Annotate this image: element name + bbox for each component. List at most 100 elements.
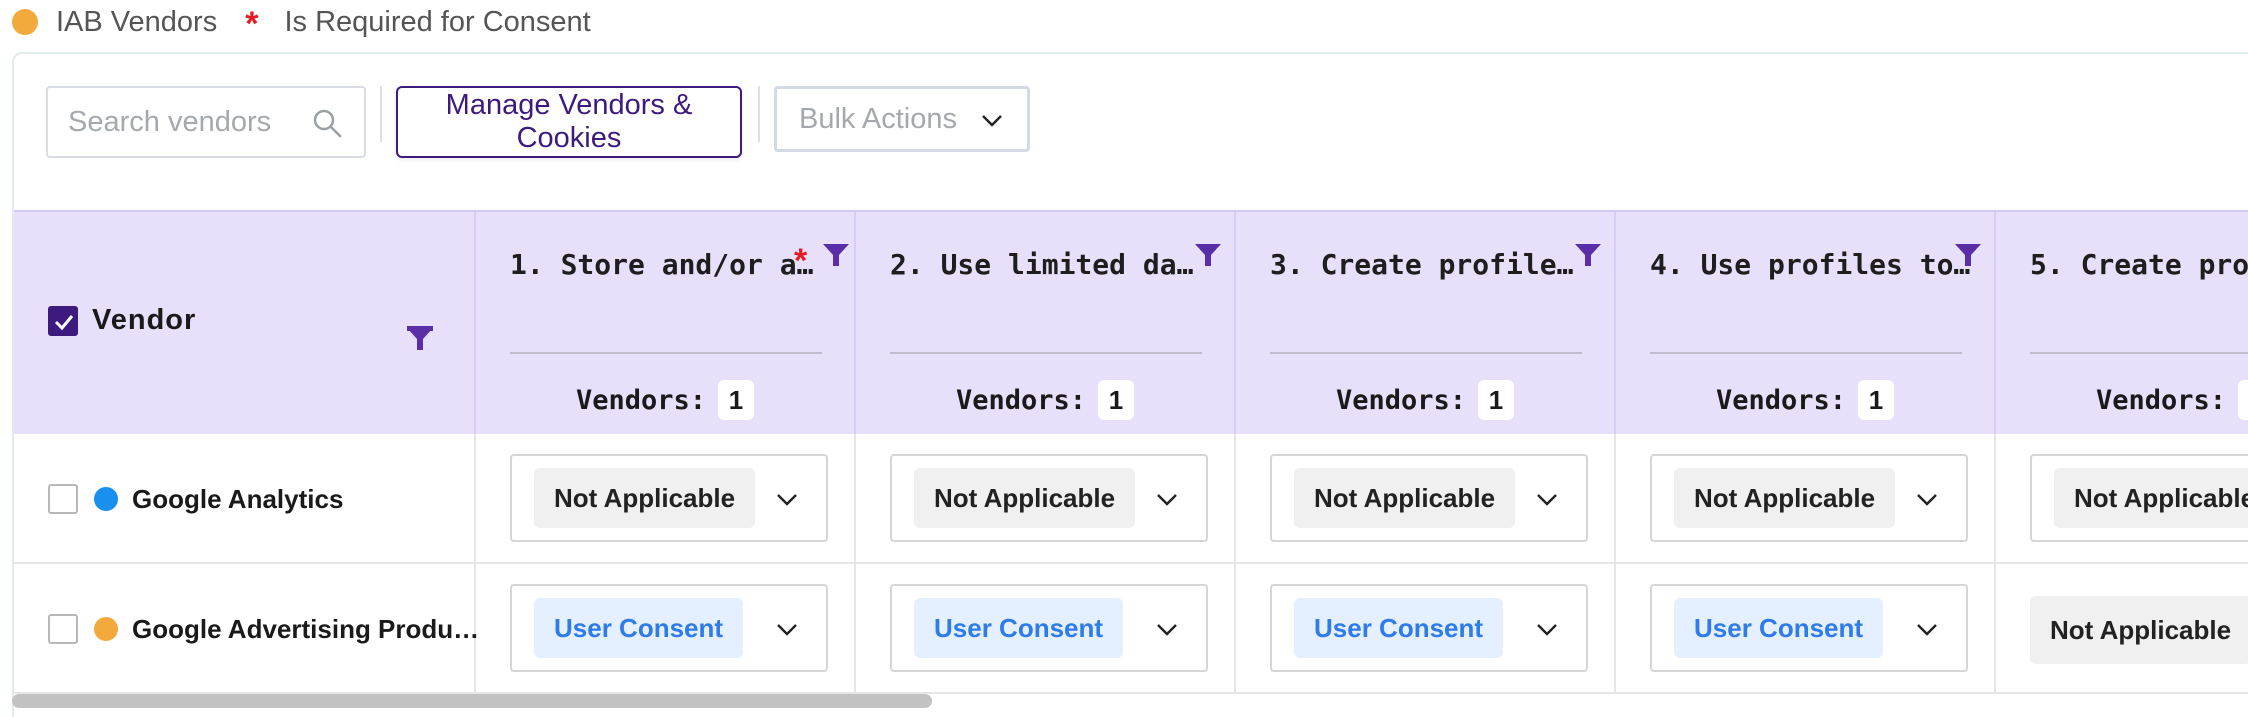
table-row: Google Analytics Not Applicable Not Appl… [14, 434, 2248, 564]
header-divider [2030, 352, 2248, 354]
header-divider [510, 352, 822, 354]
consent-value: Not Applicable [914, 468, 1136, 528]
header-divider [1270, 352, 1582, 354]
row-checkbox[interactable] [48, 614, 78, 644]
consent-select[interactable]: Not Applicable [890, 454, 1208, 542]
filter-icon[interactable] [406, 326, 434, 352]
purpose-cell: User Consent [856, 564, 1236, 692]
vendors-card: Manage Vendors & Cookies Bulk Actions Ve… [12, 52, 2248, 717]
chevron-down-icon [1537, 624, 1557, 636]
vendor-cell: Google Analytics [14, 434, 476, 562]
row-checkbox[interactable] [48, 484, 78, 514]
purpose-header-2: 2. Use limited da… Vendors: 1 [856, 212, 1236, 434]
purpose-cell: User Consent [476, 564, 856, 692]
check-icon [54, 315, 74, 331]
consent-value: Not Applicable [1674, 468, 1896, 528]
vendors-count: Vendors: 1 [476, 380, 854, 420]
purpose-cell: Not Applicable [856, 434, 1236, 562]
horizontal-scrollbar[interactable] [12, 694, 932, 708]
vendor-name[interactable]: Google Advertising Produ… [132, 614, 479, 645]
filter-icon[interactable] [1574, 242, 1602, 268]
vendors-count-label: Vendors: [2095, 385, 2227, 416]
chevron-down-icon [1537, 494, 1557, 506]
purpose-cell: Not Applicable [1236, 434, 1616, 562]
consent-select[interactable]: User Consent [1270, 584, 1588, 672]
filter-icon[interactable] [822, 242, 850, 268]
vendors-count-badge: 1 [718, 380, 755, 420]
header-divider [890, 352, 1202, 354]
vendors-count-label: Vendors: [1335, 385, 1467, 416]
legend-required-label: Is Required for Consent [284, 5, 591, 38]
purpose-cell: User Consent [1616, 564, 1996, 692]
purpose-cell: User Consent [1236, 564, 1616, 692]
header-divider [1650, 352, 1962, 354]
iab-vendor-dot-icon [94, 617, 118, 641]
vendors-count-badge: 1 [1098, 380, 1135, 420]
vendors-count-label: Vendors: [1715, 385, 1847, 416]
consent-value: User Consent [1674, 598, 1884, 658]
consent-select[interactable]: Not Applicable [2030, 454, 2248, 542]
consent-value: Not Applicable [534, 468, 756, 528]
consent-select[interactable]: User Consent [890, 584, 1208, 672]
vendors-count-badge: 1 [1478, 380, 1515, 420]
purpose-title: 4. Use profiles to… [1650, 248, 1971, 281]
purpose-header-5: 5. Create profi Vendors: 0 [1996, 212, 2248, 434]
search-box[interactable] [46, 86, 366, 158]
consent-value: User Consent [1294, 598, 1504, 658]
consent-select[interactable]: Not Applicable [1270, 454, 1588, 542]
consent-select[interactable]: Not Applicable [1650, 454, 1968, 542]
chevron-down-icon [777, 624, 797, 636]
purpose-title: 2. Use limited da… [890, 248, 1194, 281]
required-star-icon: * [794, 242, 808, 280]
chevron-down-icon [1157, 494, 1177, 506]
manage-vendors-cookies-button[interactable]: Manage Vendors & Cookies [396, 86, 742, 158]
filter-icon[interactable] [1954, 242, 1982, 268]
vendor-cell: Google Advertising Produ… [14, 564, 479, 692]
consent-value: Not Applicable [2030, 596, 2248, 664]
bulk-actions-label: Bulk Actions [799, 102, 957, 135]
purpose-cell: Not Applicable [1616, 434, 1996, 562]
toolbar-divider [380, 86, 382, 142]
iab-vendor-dot-icon [12, 9, 38, 35]
vendors-count-label: Vendors: [575, 385, 707, 416]
vendors-count: Vendors: 0 [1996, 380, 2248, 420]
search-input[interactable] [68, 105, 298, 139]
vendor-header-cell: Vendor [14, 212, 476, 434]
consent-value: User Consent [534, 598, 744, 658]
vendors-count: Vendors: 1 [856, 380, 1234, 420]
legend: IAB Vendors * Is Required for Consent [12, 4, 591, 43]
vendor-column-title: Vendor [92, 304, 197, 336]
purpose-header-3: 3. Create profile… Vendors: 1 [1236, 212, 1616, 434]
vendor-type-dot-icon [94, 487, 118, 511]
purpose-cell: Not Applicable [1996, 434, 2248, 562]
select-all-checkbox[interactable] [48, 306, 78, 336]
toolbar: Manage Vendors & Cookies Bulk Actions [14, 54, 2248, 210]
consent-select[interactable]: User Consent [510, 584, 828, 672]
chevron-down-icon [777, 494, 797, 506]
purpose-cell: Not Applicable [476, 434, 856, 562]
toolbar-divider [758, 86, 760, 142]
consent-value: Not Applicable [1294, 468, 1516, 528]
purpose-header-4: 4. Use profiles to… Vendors: 1 [1616, 212, 1996, 434]
purpose-header-1: 1. Store and/or a… * Vendors: 1 [476, 212, 856, 434]
vendors-count: Vendors: 1 [1616, 380, 1994, 420]
search-icon[interactable] [312, 108, 342, 138]
purpose-cell: Not Applicable [1996, 564, 2248, 692]
bulk-actions-dropdown[interactable]: Bulk Actions [774, 86, 1030, 152]
required-star-icon: * [245, 4, 259, 43]
vendors-count-badge: 1 [1858, 380, 1895, 420]
vendor-name[interactable]: Google Analytics [132, 484, 343, 515]
chevron-down-icon [1917, 624, 1937, 636]
table-row: Google Advertising Produ… User Consent U… [14, 564, 2248, 694]
legend-iab-label: IAB Vendors [56, 5, 218, 38]
purpose-title: 5. Create profi [2030, 248, 2248, 281]
filter-icon[interactable] [1194, 242, 1222, 268]
vendors-count: Vendors: 1 [1236, 380, 1614, 420]
consent-select[interactable]: User Consent [1650, 584, 1968, 672]
chevron-down-icon [1157, 624, 1177, 636]
purpose-title: 3. Create profile… [1270, 248, 1574, 281]
purpose-title: 1. Store and/or a… [510, 248, 814, 281]
vendors-count-label: Vendors: [955, 385, 1087, 416]
table-header: Vendor 1. Store and/or a… * Vendors: 1 2. [14, 210, 2248, 434]
consent-select[interactable]: Not Applicable [510, 454, 828, 542]
